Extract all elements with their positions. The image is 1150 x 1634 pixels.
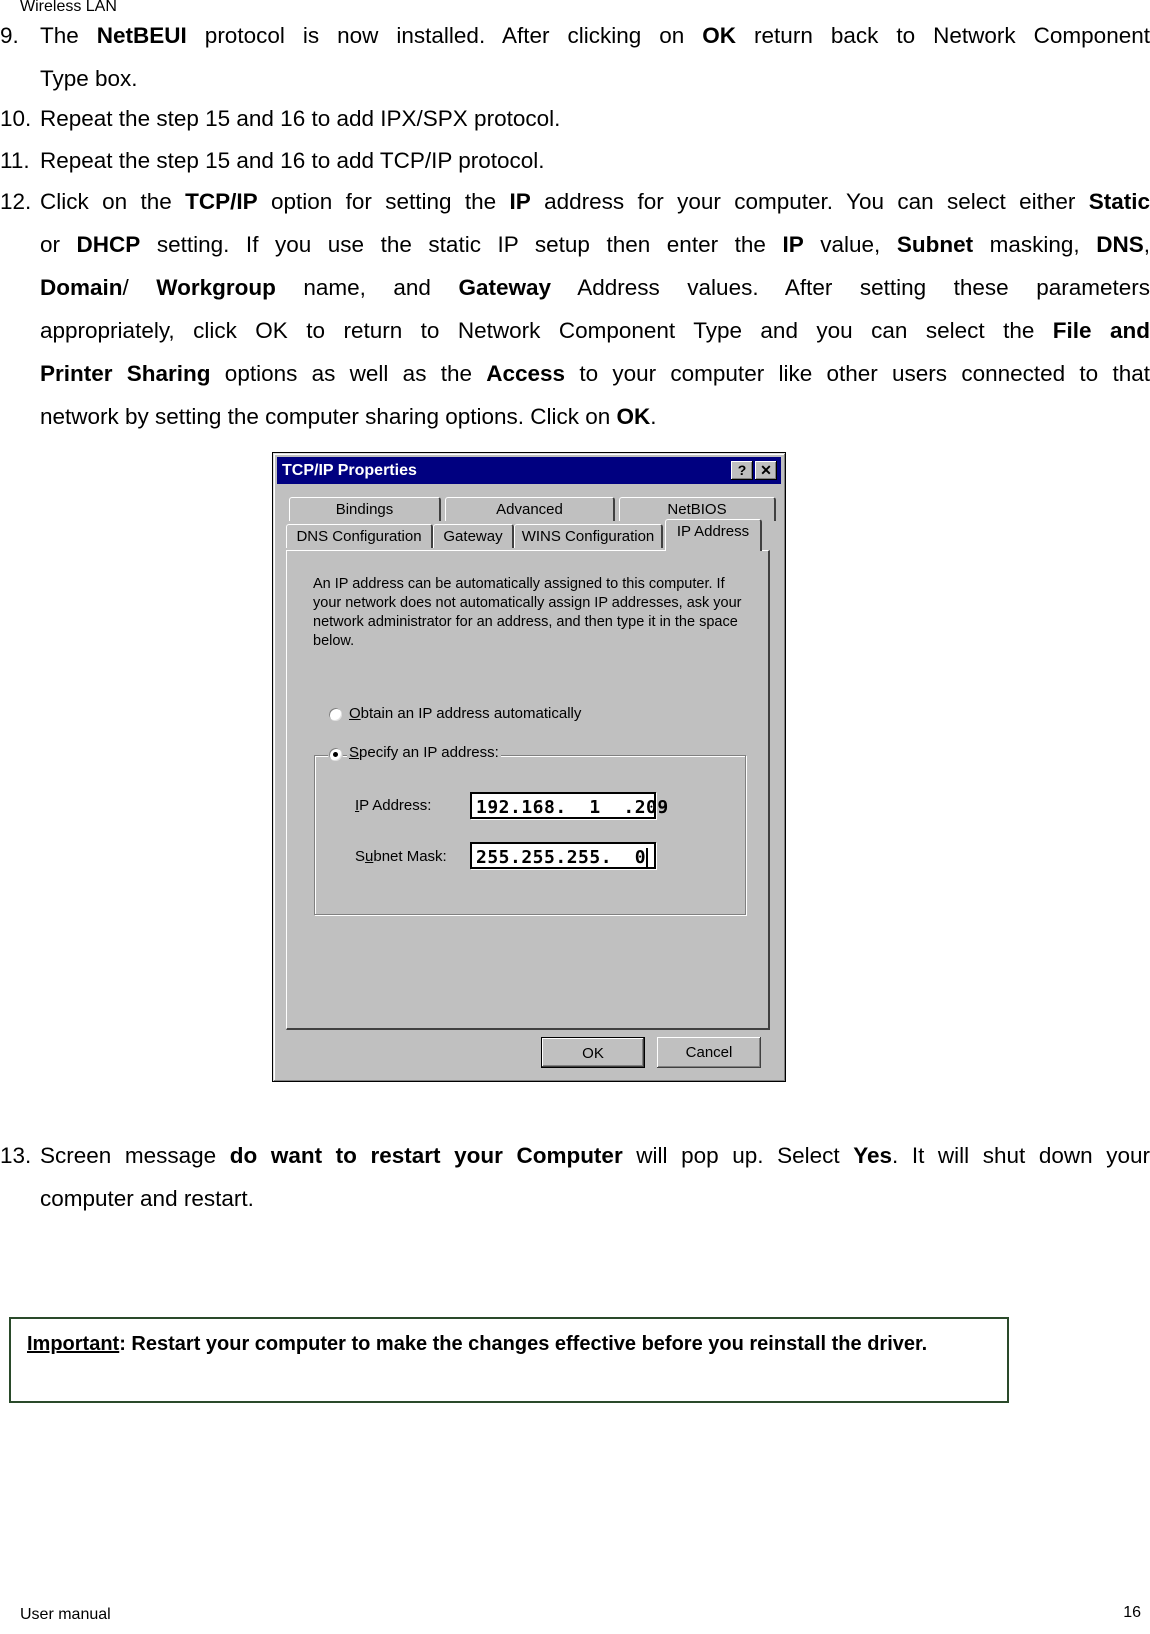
- step-text-line6: network by setting the computer sharing …: [40, 404, 657, 429]
- step-number: 13.: [0, 1143, 32, 1168]
- dialog-title: TCP/IP Properties: [282, 462, 417, 479]
- ip-address-input[interactable]: 192.168. 1 .209: [470, 792, 668, 819]
- step-number: 12.: [0, 189, 32, 214]
- step-number: 10.: [0, 106, 32, 131]
- page-number: 16: [1123, 1604, 1141, 1621]
- step-text: Repeat the step 15 and 16 to add TCP/IP …: [40, 148, 545, 173]
- step-text: Repeat the step 15 and 16 to add IPX/SPX…: [40, 106, 561, 131]
- important-label: Important: [27, 1333, 120, 1355]
- step-number: 9.: [0, 23, 19, 48]
- text-caret: [646, 848, 649, 868]
- step-text-line2: computer and restart.: [40, 1186, 254, 1211]
- step-text-line4: appropriately, click OK to return to Net…: [40, 318, 1150, 343]
- important-note-box: Important: Restart your computer to make…: [9, 1317, 1009, 1403]
- step-text-line5: Printer Sharing options as well as the A…: [40, 361, 1150, 386]
- step-number: 11.: [0, 148, 30, 173]
- tab-dns-configuration[interactable]: DNS Configuration: [286, 524, 433, 548]
- dialog-titlebar: TCP/IP Properties ? ✕: [277, 457, 781, 484]
- tcpip-properties-dialog: TCP/IP Properties ? ✕ Bindings Advanced …: [272, 452, 786, 1082]
- step-text-line1: Click on the TCP/IP option for setting t…: [40, 189, 1150, 214]
- important-note-text: Important: Restart your computer to make…: [27, 1333, 928, 1355]
- step-text-line1: Screen message do want to restart your C…: [40, 1143, 1150, 1168]
- ok-button[interactable]: OK: [541, 1037, 645, 1068]
- step-text-line3: Domain/ Workgroup name, and Gateway Addr…: [40, 275, 1150, 300]
- cancel-button[interactable]: Cancel: [657, 1037, 761, 1068]
- step-text-line2: Type box.: [40, 66, 138, 91]
- ip-address-label: IP Address:: [355, 797, 432, 814]
- tab-advanced[interactable]: Advanced: [445, 497, 615, 521]
- ip-address-panel: An IP address can be automatically assig…: [286, 550, 770, 1030]
- obtain-ip-label[interactable]: Obtain an IP address automatically: [349, 705, 581, 722]
- tab-ip-address[interactable]: IP Address: [665, 519, 762, 551]
- specify-ip-radio[interactable]: [328, 747, 343, 762]
- tab-gateway[interactable]: Gateway: [433, 524, 514, 548]
- footer-title: User manual: [20, 1606, 111, 1623]
- tab-netbios[interactable]: NetBIOS: [619, 497, 776, 521]
- obtain-ip-radio[interactable]: [328, 707, 343, 722]
- ip-description: An IP address can be automatically assig…: [313, 576, 742, 649]
- specify-ip-label[interactable]: Specify an IP address:: [347, 744, 501, 761]
- subnet-mask-label: Subnet Mask:: [355, 848, 447, 865]
- specify-ip-group: IP Address: 192.168. 1 .209 Subnet Mask:…: [314, 755, 746, 915]
- help-icon[interactable]: ?: [731, 461, 753, 480]
- step-text-line2: or DHCP setting. If you use the static I…: [40, 232, 1150, 257]
- close-icon[interactable]: ✕: [755, 461, 777, 480]
- tab-wins-configuration[interactable]: WINS Configuration: [514, 524, 663, 548]
- subnet-mask-input[interactable]: 255.255.255. 0: [470, 842, 656, 869]
- step-text: The NetBEUI protocol is now installed. A…: [40, 23, 1150, 48]
- tab-bindings[interactable]: Bindings: [289, 497, 441, 521]
